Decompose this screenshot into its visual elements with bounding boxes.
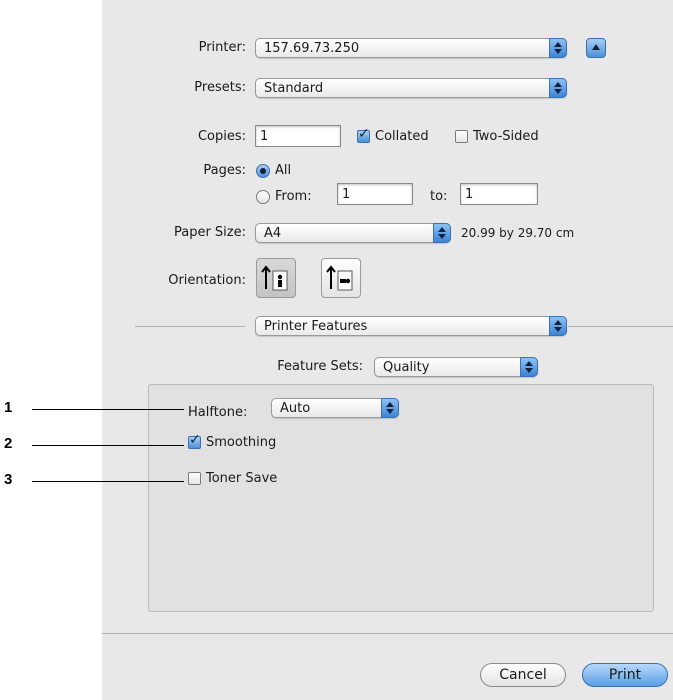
paper-size-label: Paper Size:	[173, 225, 246, 240]
callout-line-2	[32, 445, 184, 446]
popup-arrows-icon	[433, 223, 451, 243]
callout-line-1	[32, 409, 184, 410]
pages-to-value: 1	[465, 187, 474, 202]
paper-dimensions: 20.99 by 29.70 cm	[461, 226, 575, 240]
orientation-landscape-button[interactable]	[321, 258, 361, 298]
collated-checkbox[interactable]: ✓	[357, 126, 370, 143]
popup-arrows-icon	[520, 357, 538, 377]
pages-label: Pages:	[203, 163, 246, 178]
feature-sets-label: Feature Sets:	[277, 359, 363, 374]
presets-label: Presets:	[194, 80, 246, 95]
section-divider-right	[568, 326, 673, 327]
smoothing-label: Smoothing	[206, 435, 277, 450]
popup-arrows-icon	[549, 38, 567, 58]
printer-features-popup[interactable]: Printer Features	[255, 316, 567, 336]
callout-line-3	[32, 481, 184, 482]
halftone-popup[interactable]: Auto	[271, 398, 399, 418]
printer-popup[interactable]: 157.69.73.250	[255, 38, 567, 58]
printer-features-value: Printer Features	[264, 319, 368, 334]
collapse-details-button[interactable]	[586, 38, 606, 58]
copies-value: 1	[260, 129, 269, 144]
pages-from-label: From:	[275, 189, 312, 204]
toner-save-checkbox[interactable]	[188, 472, 201, 485]
orientation-label: Orientation:	[168, 273, 246, 288]
pages-all-label: All	[275, 163, 292, 178]
pages-all-radio[interactable]	[256, 164, 270, 178]
callout-1: 1	[4, 399, 13, 416]
halftone-value: Auto	[280, 401, 311, 416]
presets-popup[interactable]: Standard	[255, 78, 567, 98]
pages-to-field[interactable]: 1	[460, 183, 538, 205]
bottom-divider	[102, 633, 673, 634]
paper-size-value: A4	[264, 226, 282, 241]
section-divider-left	[135, 326, 245, 327]
paper-size-popup[interactable]: A4	[255, 223, 451, 243]
pages-from-field[interactable]: 1	[337, 183, 413, 205]
copies-label: Copies:	[197, 129, 246, 144]
toner-save-label: Toner Save	[206, 471, 278, 486]
feature-sets-value: Quality	[383, 360, 430, 375]
collated-label: Collated	[375, 129, 429, 144]
printer-value: 157.69.73.250	[264, 41, 360, 56]
presets-value: Standard	[264, 81, 324, 96]
copies-field[interactable]: 1	[255, 125, 341, 147]
portrait-icon	[261, 265, 288, 291]
cancel-button[interactable]: Cancel	[480, 663, 566, 687]
print-button[interactable]: Print	[582, 663, 668, 687]
popup-arrows-icon	[549, 78, 567, 98]
feature-sets-popup[interactable]: Quality	[374, 357, 538, 377]
two-sided-checkbox[interactable]	[455, 130, 468, 143]
callout-2: 2	[4, 435, 13, 452]
pages-to-label: to:	[430, 189, 448, 204]
pages-from-radio[interactable]	[256, 190, 270, 204]
smoothing-checkbox[interactable]: ✓	[188, 432, 201, 449]
pages-from-value: 1	[342, 187, 351, 202]
two-sided-label: Two-Sided	[473, 129, 539, 144]
check-icon: ✓	[358, 126, 370, 142]
halftone-label: Halftone:	[188, 405, 248, 420]
callout-3: 3	[4, 471, 13, 488]
popup-arrows-icon	[381, 398, 399, 418]
check-icon: ✓	[189, 432, 201, 448]
orientation-portrait-button[interactable]	[256, 258, 296, 298]
printer-label: Printer:	[198, 40, 246, 55]
landscape-icon	[326, 265, 353, 291]
popup-arrows-icon	[549, 316, 567, 336]
